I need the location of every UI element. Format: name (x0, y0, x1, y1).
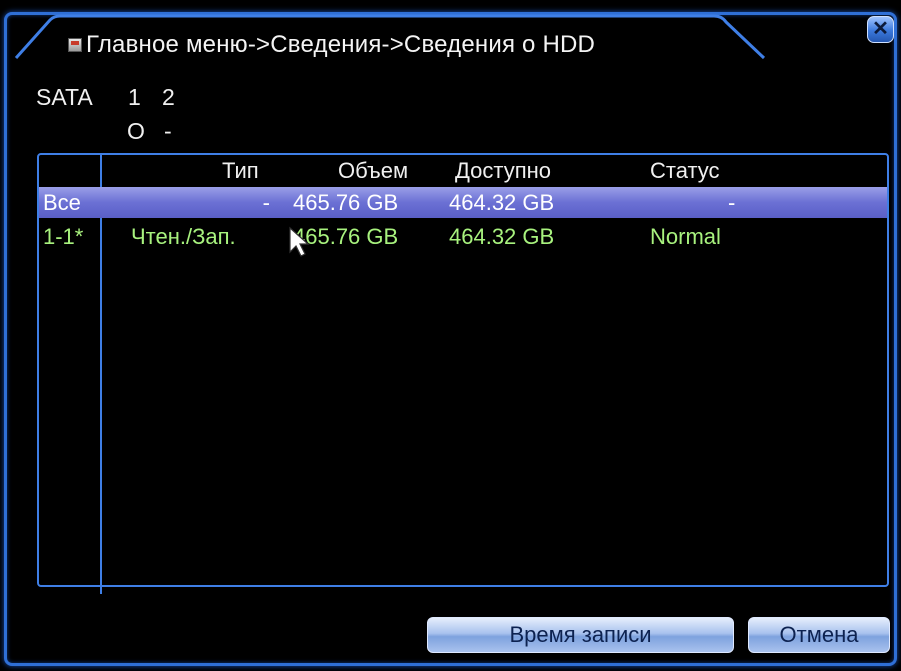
sata-label: SATA (36, 84, 93, 110)
close-button[interactable]: ✕ (867, 16, 894, 43)
cancel-button[interactable]: Отмена (748, 617, 890, 653)
title-bar: Главное меню->Сведения->Сведения о HDD (14, 12, 769, 60)
header-status: Статус (650, 158, 720, 183)
record-time-button[interactable]: Время записи (427, 617, 734, 653)
header-available: Доступно (455, 158, 552, 183)
cell-type: - (262, 190, 270, 215)
window-title: Главное меню->Сведения->Сведения о HDD (86, 31, 596, 58)
cell-id: Все (43, 190, 81, 215)
mouse-cursor-icon (289, 226, 310, 257)
close-icon: ✕ (872, 18, 889, 40)
cell-status: Normal (650, 224, 721, 249)
sata-state-2: - (164, 118, 172, 144)
table-column-divider (100, 153, 102, 594)
sata-port-1: 1 (128, 84, 141, 110)
sata-state-1: O (127, 118, 145, 144)
menu-icon (68, 38, 82, 52)
header-capacity: Объем (338, 158, 409, 183)
cell-available: 464.32 GB (449, 190, 555, 215)
sata-port-2: 2 (162, 84, 175, 110)
hdd-table (37, 153, 889, 587)
cell-capacity: 465.76 GB (293, 190, 399, 215)
dvr-screen: Главное меню->Сведения->Сведения о HDD ✕… (0, 0, 901, 671)
cell-available: 464.32 GB (449, 224, 555, 249)
header-type: Тип (222, 158, 259, 183)
cell-type: Чтен./Зап. (131, 224, 236, 249)
cell-id: 1-1* (43, 224, 84, 249)
cell-status: - (728, 190, 736, 215)
